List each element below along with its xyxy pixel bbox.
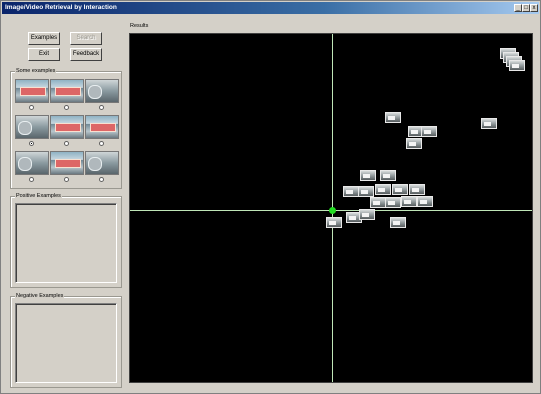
example-thumbnail[interactable]: [15, 115, 49, 139]
result-thumbnail[interactable]: [421, 126, 437, 137]
thumbnail-content: [55, 123, 81, 132]
result-thumbnail[interactable]: [406, 138, 422, 149]
thumbnail-content: [88, 85, 102, 99]
example-radio[interactable]: [29, 141, 34, 146]
example-thumbnail[interactable]: [50, 115, 84, 139]
examples-button[interactable]: Examples: [28, 32, 60, 45]
result-thumbnail[interactable]: [385, 197, 401, 208]
example-radio[interactable]: [99, 105, 104, 110]
example-thumbnail[interactable]: [15, 151, 49, 175]
thumbnail-content: [18, 121, 32, 135]
result-thumbnail[interactable]: [375, 184, 391, 195]
example-radio[interactable]: [64, 105, 69, 110]
result-thumbnail[interactable]: [409, 184, 425, 195]
example-thumbnail[interactable]: [85, 115, 119, 139]
thumbnail-content: [55, 87, 81, 96]
thumbnail-content: [55, 159, 81, 168]
example-thumbnail[interactable]: [85, 151, 119, 175]
result-thumbnail[interactable]: [360, 170, 376, 181]
example-thumbnail[interactable]: [15, 79, 49, 103]
negative-examples-label: Negative Examples: [15, 293, 65, 299]
result-thumbnail[interactable]: [417, 196, 433, 207]
result-thumbnail[interactable]: [509, 60, 525, 71]
example-thumbnail[interactable]: [50, 79, 84, 103]
thumbnail-content: [90, 123, 116, 132]
example-radio[interactable]: [29, 177, 34, 182]
window-title: Image/Video Retrieval by Interaction: [5, 4, 117, 11]
result-thumbnail[interactable]: [380, 170, 396, 181]
example-thumbnail[interactable]: [85, 79, 119, 103]
example-radio[interactable]: [64, 141, 69, 146]
result-thumbnail[interactable]: [392, 184, 408, 195]
example-thumbnail[interactable]: [50, 151, 84, 175]
thumbnail-content: [88, 157, 102, 171]
search-button[interactable]: Search: [70, 32, 102, 45]
example-radio[interactable]: [29, 105, 34, 110]
feedback-button[interactable]: Feedback: [70, 48, 102, 61]
positive-examples-list[interactable]: [15, 203, 117, 283]
result-thumbnail[interactable]: [326, 217, 342, 228]
result-thumbnail[interactable]: [359, 209, 375, 220]
result-thumbnail[interactable]: [401, 196, 417, 207]
example-radio[interactable]: [99, 141, 104, 146]
close-button[interactable]: x: [530, 4, 538, 12]
origin-marker: [329, 207, 336, 214]
result-thumbnail[interactable]: [481, 118, 497, 129]
minimize-button[interactable]: _: [514, 4, 522, 12]
maximize-button[interactable]: □: [522, 4, 530, 12]
negative-examples-list[interactable]: [15, 303, 117, 383]
some-examples-label: Some examples: [15, 68, 57, 74]
result-thumbnail[interactable]: [358, 186, 374, 197]
result-thumbnail[interactable]: [370, 197, 386, 208]
title-bar: Image/Video Retrieval by Interaction _ □…: [2, 2, 539, 14]
app-window: Image/Video Retrieval by Interaction _ □…: [0, 0, 541, 394]
thumbnail-content: [20, 87, 46, 96]
exit-button[interactable]: Exit: [28, 48, 60, 61]
result-thumbnail[interactable]: [390, 217, 406, 228]
result-thumbnail[interactable]: [343, 186, 359, 197]
thumbnail-content: [18, 157, 32, 171]
result-thumbnail[interactable]: [385, 112, 401, 123]
example-radio[interactable]: [99, 177, 104, 182]
example-radio[interactable]: [64, 177, 69, 182]
positive-examples-label: Positive Examples: [15, 193, 62, 199]
results-label: Results: [129, 23, 150, 29]
results-plot[interactable]: [129, 33, 533, 383]
